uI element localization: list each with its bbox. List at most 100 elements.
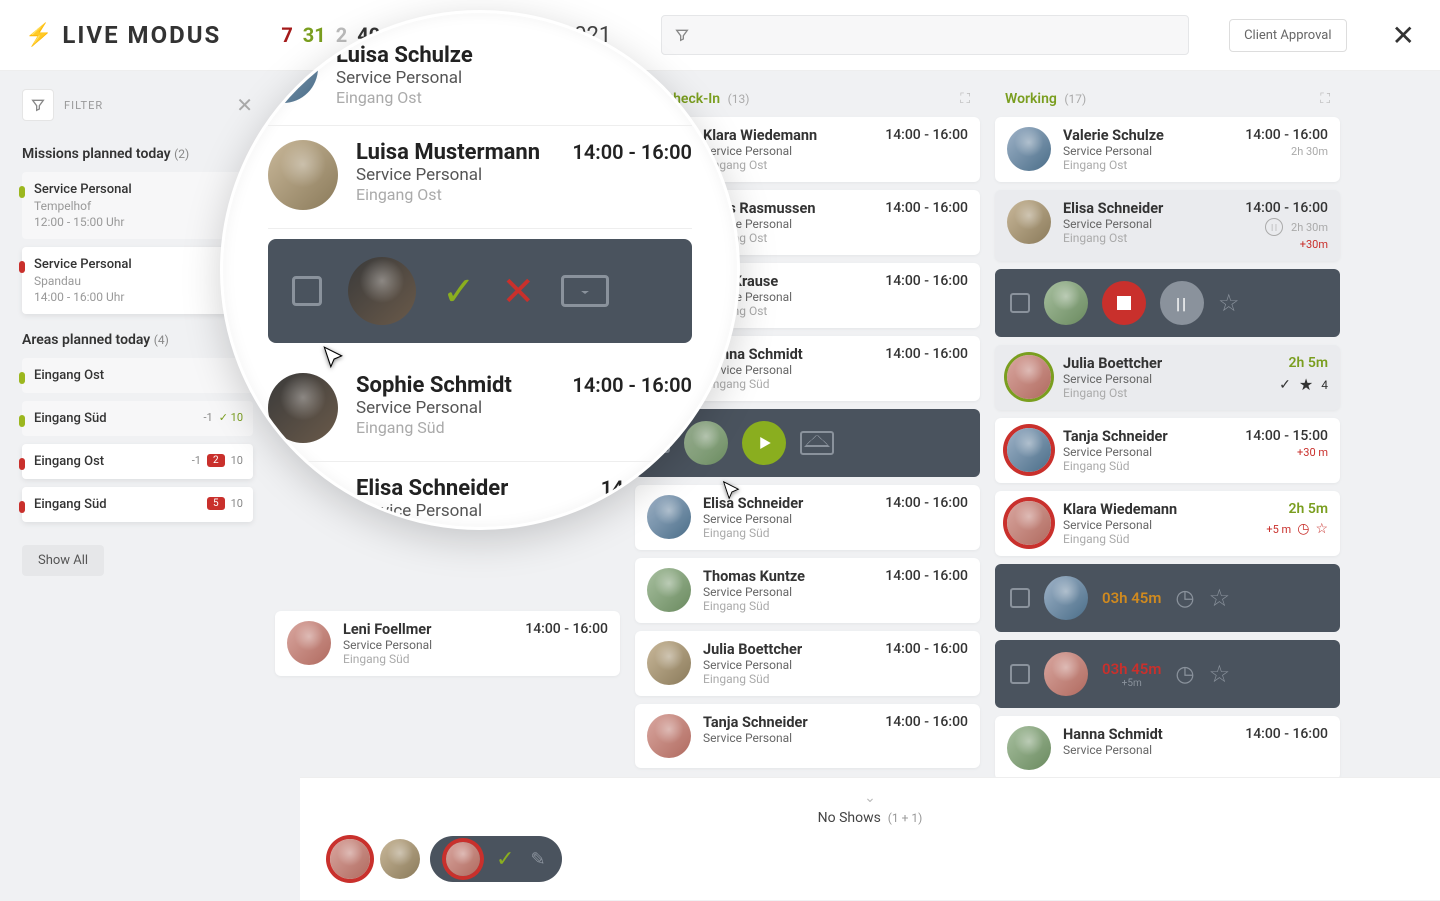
area-card[interactable]: Eingang Süd 510	[22, 487, 253, 522]
person-card[interactable]: Hanna Schmidt Service Personal 14:00 - 1…	[995, 716, 1340, 780]
person-area: Eingang Ost	[336, 88, 634, 107]
person-role: Service Personal	[1063, 144, 1233, 158]
status-dot	[19, 501, 25, 513]
approve-icon[interactable]: ✓	[442, 268, 476, 315]
stat-grey: 2	[336, 23, 347, 47]
mission-card[interactable]: Service Personal Tempelhof 12:00 - 15:00…	[22, 172, 253, 239]
avatar	[248, 33, 318, 103]
expand-icon[interactable]: ⛶	[1320, 91, 1330, 107]
person-name: Hanna Schmidt	[703, 346, 873, 363]
person-name: Luisa Mustermann	[356, 140, 554, 165]
person-area: Eingang Ost	[1063, 158, 1233, 172]
show-all-button[interactable]: Show All	[22, 545, 104, 576]
person-area: Eingang Süd	[703, 377, 873, 391]
play-button[interactable]	[742, 421, 786, 465]
mail-icon[interactable]	[561, 275, 609, 307]
time-label: 14:00 - 16:00	[885, 714, 968, 730]
person-name: Leni Foellmer	[343, 621, 513, 638]
avatar	[684, 421, 728, 465]
person-card[interactable]: Thomas Kuntze Service Personal Eingang S…	[635, 558, 980, 623]
duration-sub: 2h 30m	[1291, 145, 1328, 158]
area-card[interactable]: Eingang Süd -1✓ 10	[22, 401, 253, 436]
area-card[interactable]: Eingang Ost -1210	[22, 444, 253, 479]
avatar[interactable]	[380, 839, 420, 879]
checkbox[interactable]	[1010, 293, 1030, 313]
pause-button[interactable]: ||	[1160, 281, 1204, 325]
check-icon[interactable]: ✓	[496, 847, 514, 872]
time-label: 14:00 - 16:00	[1245, 726, 1328, 742]
person-role: Service Personal	[1063, 518, 1254, 532]
person-card[interactable]: Elisa Schneider Service Personal Eingang…	[995, 190, 1340, 261]
person-area: Eingang Ost	[356, 185, 554, 204]
star-icon[interactable]: ☆	[1218, 289, 1240, 317]
area-card[interactable]: Eingang Ost	[22, 358, 253, 393]
time-label: 14:00 - 16:00	[885, 200, 968, 216]
person-area: Eingang Süd	[1063, 532, 1254, 546]
duration-sub: 2h 30m	[1291, 221, 1328, 234]
checkbox[interactable]	[1010, 664, 1030, 684]
person-card[interactable]: Julia Boettcher Service Personal Eingang…	[995, 345, 1340, 410]
avatar	[647, 714, 691, 758]
checkbox[interactable]	[292, 276, 322, 306]
rating-indicator: ✓ ★ 4	[1279, 375, 1328, 394]
person-card[interactable]: Valerie Schulze Service Personal Eingang…	[995, 117, 1340, 182]
overtime-sub: +5m	[1122, 678, 1142, 689]
avatar	[1007, 726, 1051, 770]
person-role: Service Personal	[356, 165, 554, 185]
clock-icon[interactable]: ◷	[1175, 662, 1194, 687]
stop-button[interactable]	[1102, 281, 1146, 325]
person-name: Klara Wiedemann	[1063, 501, 1254, 518]
time-label: 14:00 - 16:00	[572, 140, 692, 164]
person-area: Eingang Süd	[703, 526, 873, 540]
client-approval-button[interactable]: Client Approval	[1229, 19, 1346, 52]
header: ⚡ LIVE MODUS 7 31 2 40 ACM Summer 2021 C…	[0, 0, 1440, 71]
checkbox[interactable]	[1010, 588, 1030, 608]
close-icon[interactable]: ✕	[1392, 19, 1415, 52]
person-name: Tanja Schneider	[1063, 428, 1233, 445]
count-badge: 10	[231, 497, 243, 510]
missions-title: Missions planned today (2)	[22, 146, 253, 162]
footer-action-pill: ✓ ✎	[430, 836, 562, 882]
avatar[interactable]	[446, 842, 480, 876]
person-card[interactable]: Klara Wiedemann Service Personal Eingang…	[995, 491, 1340, 556]
avatar	[1044, 652, 1088, 696]
person-name: Julia Boettcher	[703, 641, 873, 658]
avatar	[647, 641, 691, 685]
footer-handle[interactable]: ⌄	[330, 790, 1410, 806]
magnifier-overlay: Luisa Schulze Service Personal Eingang O…	[220, 10, 740, 530]
check-count-badge: ✓ 10	[219, 411, 243, 424]
person-role: Service Personal	[703, 144, 873, 158]
pencil-icon[interactable]: ✎	[530, 849, 545, 870]
person-name: Elisa Schneider	[356, 476, 583, 501]
mail-icon[interactable]	[800, 431, 834, 455]
expand-icon[interactable]: ⛶	[960, 91, 970, 107]
person-name: Julia Boettcher	[1063, 355, 1267, 372]
filter-button[interactable]	[22, 89, 54, 121]
elapsed-time: 03h 45m	[1102, 660, 1161, 678]
time-label: 14:00 - 16:00	[885, 568, 968, 584]
person-card[interactable]: Tanja Schneider Service Personal Eingang…	[995, 418, 1340, 483]
avatar	[647, 568, 691, 612]
search-input[interactable]	[661, 15, 1189, 55]
brand-text: LIVE MODUS	[62, 21, 221, 49]
time-label: 14:00 - 16:00	[885, 641, 968, 657]
person-area: Eingang Ost	[703, 158, 873, 172]
time-label: 14:00 - 16:00	[1245, 200, 1328, 216]
person-card[interactable]: Tanja Schneider Service Personal 14:00 -…	[635, 704, 980, 768]
person-name: Klara Wiedemann	[703, 127, 873, 144]
person-name: Sophie Schmidt	[356, 373, 554, 398]
person-card[interactable]: Leni Foellmer Service Personal Eingang S…	[275, 611, 620, 676]
time-label: 14:00 - 16:00	[525, 621, 608, 637]
person-card[interactable]: Julia Boettcher Service Personal Eingang…	[635, 631, 980, 696]
person-area: Eingang Ost	[1063, 231, 1233, 245]
time-control-bar: 03h 45m +5m ◷ ☆	[995, 640, 1340, 708]
clock-icon[interactable]: ◷	[1175, 586, 1194, 611]
person-name: Thomas Kuntze	[703, 568, 873, 585]
person-name: Tanja Schneider	[703, 714, 873, 731]
person-card[interactable]: Elisa Schneider Service Personal Eingang…	[635, 485, 980, 550]
mission-card[interactable]: Service Personal Spandau 14:00 - 16:00 U…	[22, 247, 253, 314]
star-icon[interactable]: ☆	[1209, 660, 1231, 688]
star-icon[interactable]: ☆	[1209, 584, 1231, 612]
reject-icon[interactable]: ✕	[502, 268, 536, 315]
avatar[interactable]	[330, 839, 370, 879]
